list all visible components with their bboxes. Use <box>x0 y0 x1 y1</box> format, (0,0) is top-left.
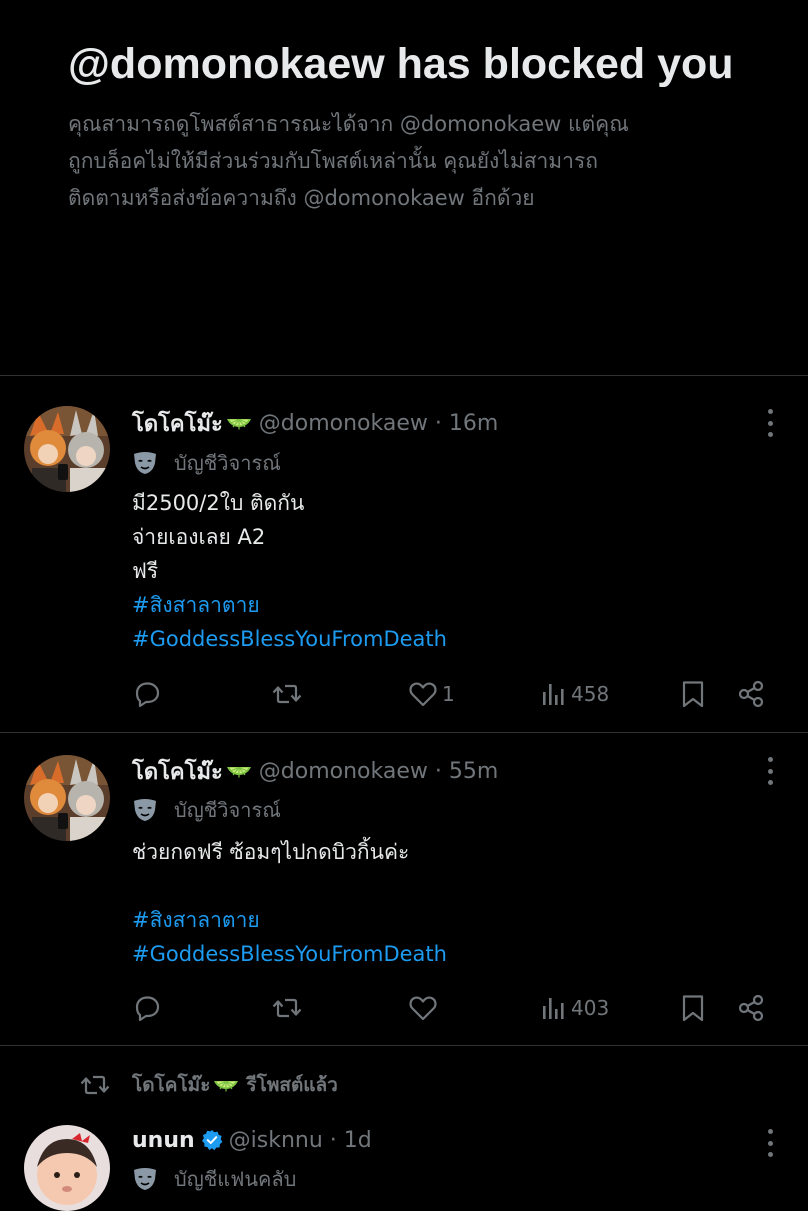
tweet-line: ช่วยกดฟรี ซ้อมๆไปกดบิวกิ้นค่ะ <box>132 840 410 864</box>
bookmark-button[interactable] <box>680 674 706 714</box>
tweet-header: unun @isknnu · 1d <box>132 1123 372 1157</box>
bookmark-icon <box>680 994 706 1022</box>
repost-icon <box>270 993 304 1023</box>
tweet-actions: 1 458 <box>0 674 808 714</box>
blocked-desc-line: คุณสามารถดูโพสต์สาธารณะได้จาก @domonokae… <box>68 112 629 136</box>
tweet-line: ฟรี <box>132 559 159 583</box>
views-icon <box>541 995 567 1021</box>
view-count: 403 <box>571 996 610 1020</box>
display-name[interactable]: โดโคโม๊ะ <box>132 406 223 441</box>
mask-icon <box>132 798 158 822</box>
views-button[interactable]: 403 <box>541 988 609 1028</box>
tweet-text: มี2500/2ใบ ติดกัน จ่ายเองเลย A2 ฟรี #สิง… <box>132 486 772 656</box>
repost-button[interactable] <box>270 674 304 714</box>
like-button[interactable]: 1 <box>408 674 455 714</box>
hashtag-link[interactable]: #GoddessBlessYouFromDeath <box>132 937 772 971</box>
account-label: บัญชีวิจารณ์ <box>132 795 281 825</box>
blocked-notice: @domonokaew has blocked you คุณสามารถดูโ… <box>68 36 758 217</box>
blocked-description: คุณสามารถดูโพสต์สาธารณะได้จาก @domonokae… <box>68 106 758 217</box>
blocked-desc-line: ถูกบล็อคไม่ให้มีส่วนร่วมกับโพสต์เหล่านั้… <box>68 149 598 173</box>
verified-badge-icon <box>201 1130 223 1151</box>
reply-icon <box>132 679 162 709</box>
tweet-header: โดโคโม๊ะ @domonokaew · 16m <box>132 406 498 440</box>
avatar-image <box>24 406 110 492</box>
hashtag-link[interactable]: #สิงสาลาตาย <box>132 588 772 622</box>
account-label-text: บัญชีแฟนคลับ <box>174 1167 297 1191</box>
tweet-line: จ่ายเองเลย A2 <box>132 525 266 549</box>
tweet-line <box>132 869 772 903</box>
share-button[interactable] <box>736 988 766 1028</box>
share-icon <box>736 993 766 1023</box>
share-button[interactable] <box>736 674 766 714</box>
views-button[interactable]: 458 <box>541 674 609 714</box>
display-name[interactable]: unun <box>132 1128 195 1153</box>
mask-icon <box>132 1167 158 1191</box>
repost-button[interactable] <box>270 988 304 1028</box>
handle-time[interactable]: @isknnu · 1d <box>229 1128 372 1153</box>
tweet[interactable]: โดโคโม๊ะ @domonokaew · 55m บัญชีวิจารณ์ … <box>0 733 808 1045</box>
more-options-icon[interactable] <box>762 409 778 437</box>
reply-button[interactable] <box>132 674 162 714</box>
like-button[interactable] <box>408 988 442 1028</box>
avatar-image <box>24 1125 110 1211</box>
like-count: 1 <box>442 682 455 706</box>
blocked-desc-line: ติดตามหรือส่งข้อความถึง @domonokaew อีกด… <box>68 186 535 210</box>
reposter-name: โดโคโม๊ะ <box>132 1074 211 1096</box>
more-options-icon[interactable] <box>762 757 778 785</box>
reposted-label: รีโพสต์แล้ว <box>246 1074 338 1096</box>
blocked-title: @domonokaew has blocked you <box>68 40 734 88</box>
reply-button[interactable] <box>132 988 162 1028</box>
account-label-text: บัญชีวิจารณ์ <box>174 798 281 822</box>
mask-icon <box>132 451 158 475</box>
lime-icon <box>225 413 253 433</box>
heart-icon <box>408 680 438 708</box>
share-icon <box>736 679 766 709</box>
more-options-icon[interactable] <box>762 1129 778 1157</box>
account-label-text: บัญชีวิจารณ์ <box>174 451 281 475</box>
lime-icon <box>212 1075 240 1095</box>
hashtag-link[interactable]: #สิงสาลาตาย <box>132 903 772 937</box>
tweet-line: มี2500/2ใบ ติดกัน <box>132 491 305 515</box>
bookmark-icon <box>680 680 706 708</box>
hashtag-link[interactable]: #GoddessBlessYouFromDeath <box>132 622 772 656</box>
lime-icon <box>225 761 253 781</box>
avatar[interactable] <box>24 755 110 841</box>
tweet-actions: 403 <box>0 988 808 1028</box>
avatar[interactable] <box>24 1125 110 1211</box>
view-count: 458 <box>571 682 610 706</box>
repost-icon <box>78 1070 112 1100</box>
bookmark-button[interactable] <box>680 988 706 1028</box>
avatar-image <box>24 755 110 841</box>
display-name[interactable]: โดโคโม๊ะ <box>132 754 223 789</box>
tweet-text: ช่วยกดฟรี ซ้อมๆไปกดบิวกิ้นค่ะ #สิงสาลาตา… <box>132 835 772 971</box>
tweet[interactable]: unun @isknnu · 1d บัญชีแฟนคลับ <box>0 1100 808 1200</box>
handle-time[interactable]: @domonokaew · 16m <box>259 411 499 436</box>
divider <box>0 1045 808 1046</box>
account-label: บัญชีแฟนคลับ <box>132 1164 296 1194</box>
repost-context[interactable]: โดโคโม๊ะ รีโพสต์แล้ว <box>78 1068 338 1102</box>
views-icon <box>541 681 567 707</box>
repost-icon <box>270 679 304 709</box>
avatar[interactable] <box>24 406 110 492</box>
tweet[interactable]: โดโคโม๊ะ @domonokaew · 16m บัญชีวิจารณ์ … <box>0 376 808 732</box>
heart-icon <box>408 994 438 1022</box>
reply-icon <box>132 993 162 1023</box>
handle-time[interactable]: @domonokaew · 55m <box>259 759 499 784</box>
account-label: บัญชีวิจารณ์ <box>132 448 281 478</box>
tweet-header: โดโคโม๊ะ @domonokaew · 55m <box>132 754 498 788</box>
